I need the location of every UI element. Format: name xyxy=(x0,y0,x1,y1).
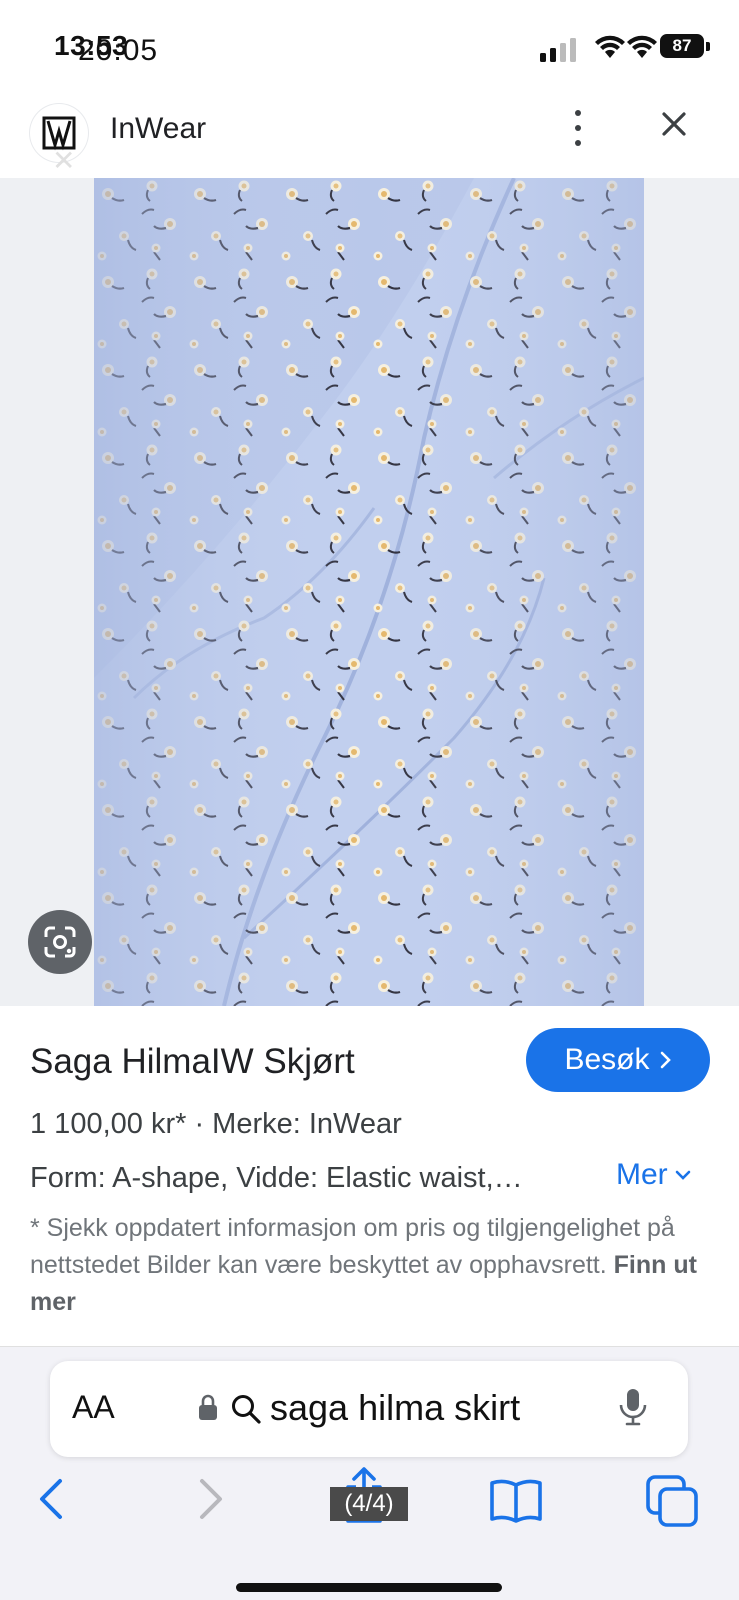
price-brand-line: 1 100,00 kr* · Merke: InWear xyxy=(30,1108,402,1140)
disclaimer-text: * Sjekk oppdatert informasjon om pris og… xyxy=(30,1214,675,1279)
reader-aa-button[interactable]: AA xyxy=(72,1389,115,1426)
browser-toolbar: AA saga hilma skirt (4/4) xyxy=(0,1346,739,1600)
site-name[interactable]: InWear xyxy=(110,112,206,146)
battery-icon: 87 xyxy=(660,34,704,58)
url-text[interactable]: saga hilma skirt xyxy=(270,1387,520,1429)
image-viewer xyxy=(0,178,739,1006)
back-arrow-icon[interactable] xyxy=(36,1475,66,1523)
product-title[interactable]: Saga HilmaIW Skjørt xyxy=(30,1042,355,1082)
lock-icon xyxy=(199,1394,217,1420)
kebab-menu-icon[interactable] xyxy=(568,110,588,146)
visit-button-label: Besøk xyxy=(564,1043,650,1076)
product-attributes-line: Form: A-shape, Vidde: Elastic waist,… xyxy=(30,1162,523,1194)
disclaimer: * Sjekk oppdatert informasjon om pris og… xyxy=(30,1210,714,1321)
microphone-icon[interactable] xyxy=(618,1387,648,1427)
battery-tip xyxy=(706,42,710,51)
home-indicator xyxy=(236,1583,502,1592)
logo-close-overlay-icon: ✕ xyxy=(52,145,76,176)
chevron-right-icon xyxy=(660,1051,671,1069)
signal-icon xyxy=(540,38,576,62)
status-time-b: 20:05 xyxy=(78,34,159,67)
tabs-icon[interactable] xyxy=(646,1475,698,1527)
search-icon xyxy=(232,1395,261,1424)
more-button-label: Mer xyxy=(616,1158,668,1191)
forward-arrow-icon[interactable] xyxy=(196,1475,226,1523)
product-image[interactable] xyxy=(94,178,644,1006)
more-button[interactable]: Mer xyxy=(616,1158,692,1192)
wifi-icon xyxy=(595,35,625,58)
address-bar[interactable]: AA saga hilma skirt xyxy=(50,1361,688,1457)
result-header: ✕ InWear xyxy=(0,92,739,178)
product-info-panel: Saga HilmaIW Skjørt Besøk 1 100,00 kr* ·… xyxy=(0,1006,739,1346)
wifi-icon-overlay xyxy=(627,35,657,58)
bookmarks-icon[interactable] xyxy=(488,1477,544,1523)
status-bar: 13:53 20:05 87 xyxy=(0,0,739,92)
google-lens-button[interactable] xyxy=(28,910,92,974)
chevron-down-icon xyxy=(675,1170,690,1180)
visit-button[interactable]: Besøk xyxy=(526,1028,710,1092)
close-icon[interactable] xyxy=(656,106,692,142)
google-lens-icon xyxy=(44,926,76,958)
floral-fabric-image xyxy=(94,178,644,1006)
page-counter: (4/4) xyxy=(330,1487,408,1521)
